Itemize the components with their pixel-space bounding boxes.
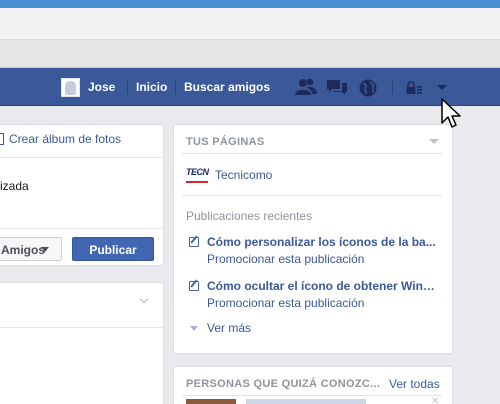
suggested-person-photo[interactable] xyxy=(186,399,236,404)
user-avatar[interactable] xyxy=(61,78,80,97)
suggested-person-name[interactable] xyxy=(246,399,366,404)
your-pages-title: TUS PÁGINAS xyxy=(186,136,265,148)
browser-bookmarks-bar xyxy=(0,40,500,68)
messages-icon[interactable] xyxy=(326,78,348,96)
promote-post-link[interactable]: Promocionar esta publicación xyxy=(207,296,364,310)
browser-title-strip xyxy=(0,0,500,8)
story-divider xyxy=(0,327,163,328)
composer-divider xyxy=(0,228,163,229)
promote-post-link[interactable]: Promocionar esta publicación xyxy=(207,252,364,266)
widget-divider xyxy=(182,153,442,154)
status-input-text[interactable]: izada xyxy=(0,179,29,193)
widget-divider xyxy=(182,195,442,196)
nav-divider xyxy=(127,80,128,94)
avatar-silhouette-icon xyxy=(65,81,76,95)
page-logo-accent xyxy=(186,181,208,183)
feed-story xyxy=(0,282,164,404)
chevron-down-icon xyxy=(41,247,49,252)
page-name-link[interactable]: Tecnicomo xyxy=(215,168,272,182)
browser-toolbar xyxy=(0,8,500,40)
recent-post-title-link[interactable]: Cómo ocultar el ícono de obtener Wind... xyxy=(207,279,437,293)
recent-post-title-link[interactable]: Cómo personalizar los íconos de la ba... xyxy=(207,235,437,249)
nav-divider xyxy=(392,80,393,94)
see-more-chevron-icon xyxy=(190,326,198,331)
post-edit-icon xyxy=(189,281,199,291)
profile-link[interactable]: Jose xyxy=(88,80,115,94)
publish-button[interactable]: Publicar xyxy=(72,237,154,261)
friend-requests-icon[interactable] xyxy=(295,78,317,96)
create-photo-album-link[interactable]: Crear álbum de fotos xyxy=(9,132,121,146)
see-more-link[interactable]: Ver más xyxy=(207,321,251,335)
photo-album-icon xyxy=(0,133,4,145)
account-menu-arrow-icon[interactable] xyxy=(437,85,447,90)
recent-posts-title: Publicaciones recientes xyxy=(186,209,313,223)
composer-divider xyxy=(0,157,163,158)
people-you-may-know-title: PERSONAS QUE QUIZÁ CONOZC... xyxy=(186,378,381,390)
widget-options-arrow-icon[interactable] xyxy=(429,139,439,144)
top-navigation-bar: Jose Inicio Buscar amigos xyxy=(0,68,500,106)
nav-divider xyxy=(175,80,176,94)
audience-label: Amigos xyxy=(1,243,46,257)
page-logo[interactable]: TECN xyxy=(186,167,210,181)
see-all-link[interactable]: Ver todas xyxy=(389,377,440,391)
widget-divider xyxy=(182,395,442,396)
notifications-globe-icon[interactable] xyxy=(358,78,378,98)
audience-selector-button[interactable]: Amigos xyxy=(0,237,62,261)
find-friends-link[interactable]: Buscar amigos xyxy=(184,80,270,94)
privacy-lock-icon[interactable] xyxy=(405,81,423,95)
mouse-cursor-icon xyxy=(441,98,461,128)
close-icon[interactable]: ✕ xyxy=(431,396,439,404)
post-edit-icon xyxy=(189,237,199,247)
home-link[interactable]: Inicio xyxy=(136,80,167,94)
